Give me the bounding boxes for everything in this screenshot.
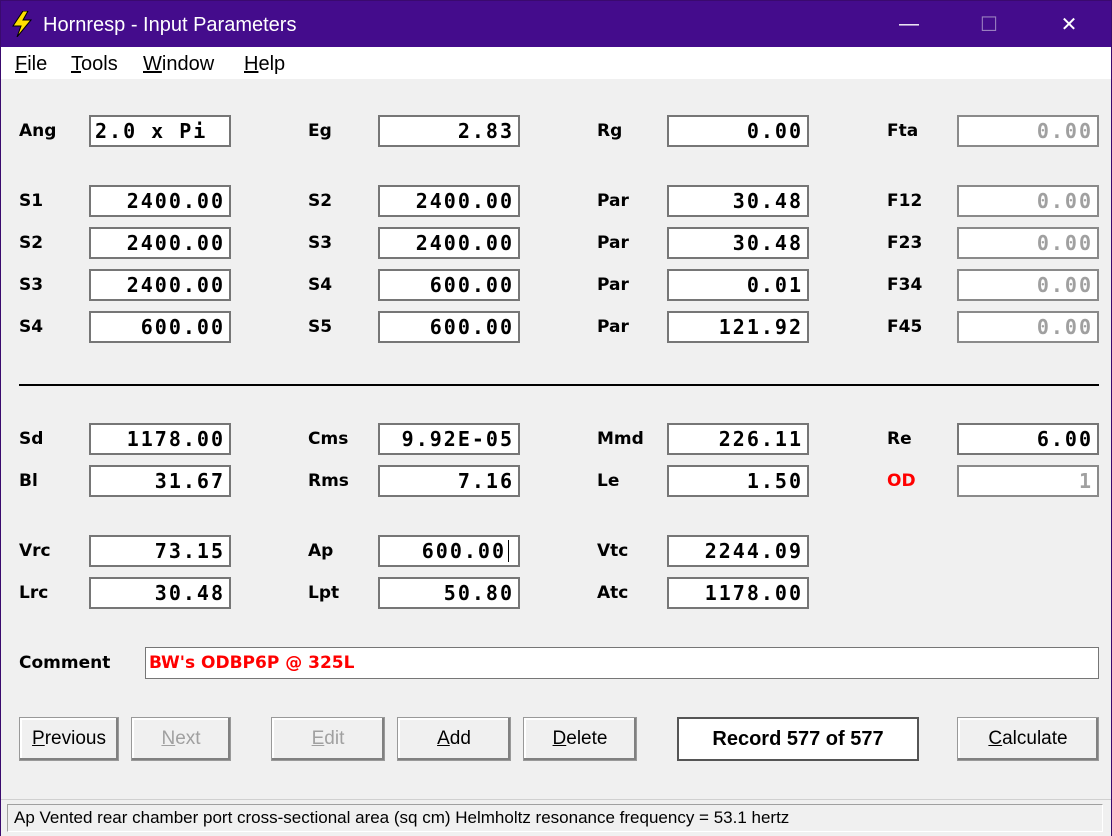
eg-field[interactable]: 2.83 (378, 115, 520, 147)
par4-field[interactable]: 121.92 (667, 311, 809, 343)
delete-button[interactable]: Delete (523, 717, 637, 761)
cms-label: Cms (308, 429, 349, 449)
par1-field[interactable]: 30.48 (667, 185, 809, 217)
s3-label: S3 (308, 233, 333, 253)
s4-row4-label: S4 (19, 317, 44, 337)
od-label: OD (887, 471, 916, 491)
menu-tools[interactable]: Tools (71, 53, 118, 76)
mmd-label: Mmd (597, 429, 644, 449)
ap-label: Ap (308, 541, 334, 561)
status-bar: Ap Vented rear chamber port cross-sectio… (1, 799, 1111, 836)
calculate-button[interactable]: Calculate (957, 717, 1099, 761)
edit-button[interactable]: Edit (271, 717, 385, 761)
s2-row2-label: S2 (19, 233, 44, 253)
s3-row3-field[interactable]: 2400.00 (89, 269, 231, 301)
s4-row4-field[interactable]: 600.00 (89, 311, 231, 343)
vtc-field[interactable]: 2244.09 (667, 535, 809, 567)
ap-value: 600.00 (421, 539, 506, 563)
s2-row2-field[interactable]: 2400.00 (89, 227, 231, 259)
lpt-field[interactable]: 50.80 (378, 577, 520, 609)
rms-field[interactable]: 7.16 (378, 465, 520, 497)
bl-label: Bl (19, 471, 38, 491)
par3-field[interactable]: 0.01 (667, 269, 809, 301)
s5-label: S5 (308, 317, 333, 337)
f34-label: F34 (887, 275, 923, 295)
lrc-label: Lrc (19, 583, 49, 603)
s3-field[interactable]: 2400.00 (378, 227, 520, 259)
record-indicator: Record 577 of 577 (677, 717, 919, 761)
par2-field[interactable]: 30.48 (667, 227, 809, 259)
ap-field[interactable]: 600.00 (378, 535, 520, 567)
cms-field[interactable]: 9.92E-05 (378, 423, 520, 455)
close-icon: ✕ (1060, 13, 1078, 36)
text-caret (508, 540, 509, 562)
menu-help[interactable]: Help (244, 53, 285, 76)
f12-label: F12 (887, 191, 923, 211)
lightning-bolt-icon (12, 11, 33, 37)
s5-field[interactable]: 600.00 (378, 311, 520, 343)
sd-label: Sd (19, 429, 44, 449)
sd-field[interactable]: 1178.00 (89, 423, 231, 455)
status-text: Ap Vented rear chamber port cross-sectio… (7, 804, 1103, 832)
f12-field[interactable]: 0.00 (957, 185, 1099, 217)
add-button[interactable]: Add (397, 717, 511, 761)
par4-label: Par (597, 317, 629, 337)
comment-field[interactable]: BW's ODBP6P @ 325L (145, 647, 1099, 679)
minimize-button[interactable]: — (869, 1, 949, 47)
close-button[interactable]: ✕ (1029, 1, 1109, 47)
f34-field[interactable]: 0.00 (957, 269, 1099, 301)
vrc-field[interactable]: 73.15 (89, 535, 231, 567)
par1-label: Par (597, 191, 629, 211)
fta-field[interactable]: 0.00 (957, 115, 1099, 147)
lrc-field[interactable]: 30.48 (89, 577, 231, 609)
s2-field[interactable]: 2400.00 (378, 185, 520, 217)
comment-label: Comment (19, 653, 111, 673)
lpt-label: Lpt (308, 583, 340, 603)
previous-button[interactable]: Previous (19, 717, 119, 761)
s3-row3-label: S3 (19, 275, 44, 295)
atc-label: Atc (597, 583, 629, 603)
ang-field[interactable]: 2.0 x Pi (89, 115, 231, 147)
s1-field[interactable]: 2400.00 (89, 185, 231, 217)
f45-label: F45 (887, 317, 923, 337)
s2-label: S2 (308, 191, 333, 211)
re-field[interactable]: 6.00 (957, 423, 1099, 455)
maximize-button[interactable]: ☐ (949, 1, 1029, 47)
par2-label: Par (597, 233, 629, 253)
le-field[interactable]: 1.50 (667, 465, 809, 497)
minimize-icon: — (899, 12, 919, 35)
f45-field[interactable]: 0.00 (957, 311, 1099, 343)
title-bar[interactable]: Hornresp - Input Parameters — ☐ ✕ (1, 1, 1111, 47)
window-title: Hornresp - Input Parameters (43, 14, 297, 36)
vrc-label: Vrc (19, 541, 51, 561)
s4-field[interactable]: 600.00 (378, 269, 520, 301)
atc-field[interactable]: 1178.00 (667, 577, 809, 609)
s1-label: S1 (19, 191, 44, 211)
next-button[interactable]: Next (131, 717, 231, 761)
mmd-field[interactable]: 226.11 (667, 423, 809, 455)
fta-label: Fta (887, 121, 919, 141)
bl-field[interactable]: 31.67 (89, 465, 231, 497)
vtc-label: Vtc (597, 541, 629, 561)
menu-bar: File Tools Window Help (1, 47, 1111, 79)
rms-label: Rms (308, 471, 349, 491)
od-field[interactable]: 1 (957, 465, 1099, 497)
f23-label: F23 (887, 233, 923, 253)
section-divider (19, 384, 1099, 386)
hornresp-window: Hornresp - Input Parameters — ☐ ✕ File T… (0, 0, 1112, 836)
rg-field[interactable]: 0.00 (667, 115, 809, 147)
menu-file[interactable]: File (15, 53, 47, 76)
maximize-icon: ☐ (980, 13, 998, 36)
f23-field[interactable]: 0.00 (957, 227, 1099, 259)
s4-label: S4 (308, 275, 333, 295)
menu-window[interactable]: Window (143, 53, 214, 76)
ang-label: Ang (19, 121, 57, 141)
par3-label: Par (597, 275, 629, 295)
le-label: Le (597, 471, 620, 491)
re-label: Re (887, 429, 912, 449)
rg-label: Rg (597, 121, 623, 141)
eg-label: Eg (308, 121, 332, 141)
